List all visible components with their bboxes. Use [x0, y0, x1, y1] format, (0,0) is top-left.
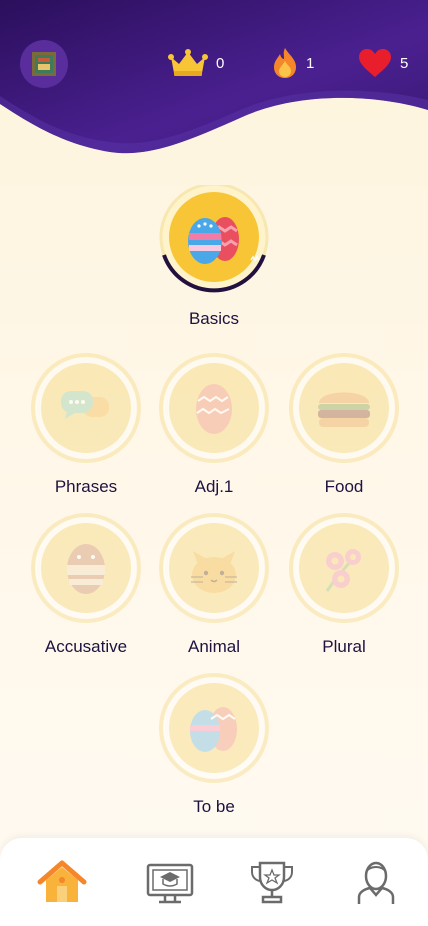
skill-adj1[interactable]: Adj.1: [159, 353, 269, 497]
profile-avatar-icon: [32, 52, 56, 76]
nav-leaderboard[interactable]: [246, 858, 298, 906]
skill-food-badge: [289, 353, 399, 463]
skill-basics-badge: [159, 182, 269, 295]
skill-accusative-label: Accusative: [44, 637, 128, 656]
fire-icon: [274, 48, 296, 78]
home-icon: [37, 860, 87, 902]
nav-home[interactable]: [36, 858, 88, 906]
skill-tobe-label: To be: [193, 797, 235, 816]
skill-animal[interactable]: Animal: [159, 513, 269, 657]
skill-tobe[interactable]: To be: [159, 673, 269, 817]
egg-icon: [196, 384, 232, 434]
streak-stat: 1: [272, 46, 314, 80]
skill-phrases[interactable]: Phrases: [31, 353, 141, 497]
burger-icon: [318, 392, 370, 427]
skill-tobe-badge: [159, 673, 269, 783]
crowns-count: 0: [216, 54, 225, 72]
skill-adj1-badge: [159, 353, 269, 463]
skill-basics-label: Basics: [188, 309, 240, 328]
nav-profile[interactable]: [350, 858, 402, 906]
skill-accusative[interactable]: Accusative: [31, 513, 141, 657]
header-background: [0, 0, 428, 154]
profile-icon: [357, 861, 395, 904]
skill-food[interactable]: Food: [289, 353, 399, 497]
skill-animal-badge: [159, 513, 269, 623]
trophy-icon: [251, 861, 293, 904]
skill-food-label: Food: [324, 477, 364, 496]
skill-accusative-badge: [31, 513, 141, 623]
crown-icon: [168, 49, 208, 76]
skill-animal-label: Animal: [188, 637, 240, 656]
heart-icon: [359, 49, 391, 77]
skill-phrases-badge: [31, 353, 141, 463]
nav-courses[interactable]: [144, 858, 196, 906]
hearts-stat: 5: [358, 46, 408, 80]
hearts-count: 5: [400, 54, 409, 72]
skill-adj1-label: Adj.1: [194, 477, 234, 496]
streak-count: 1: [306, 54, 315, 72]
profile-avatar-button[interactable]: [20, 40, 68, 88]
skill-plural[interactable]: Plural: [289, 513, 399, 657]
bottom-nav: [0, 838, 428, 926]
skill-phrases-label: Phrases: [54, 477, 118, 496]
cat-icon: [191, 551, 237, 593]
courses-icon: [146, 863, 194, 904]
skill-basics[interactable]: Basics: [159, 182, 269, 329]
skill-plural-badge: [289, 513, 399, 623]
easter-eggs-icon: [190, 707, 237, 752]
skill-plural-label: Plural: [322, 637, 366, 656]
bandaged-egg-icon: [67, 544, 105, 594]
crowns-stat: 0: [168, 46, 224, 80]
